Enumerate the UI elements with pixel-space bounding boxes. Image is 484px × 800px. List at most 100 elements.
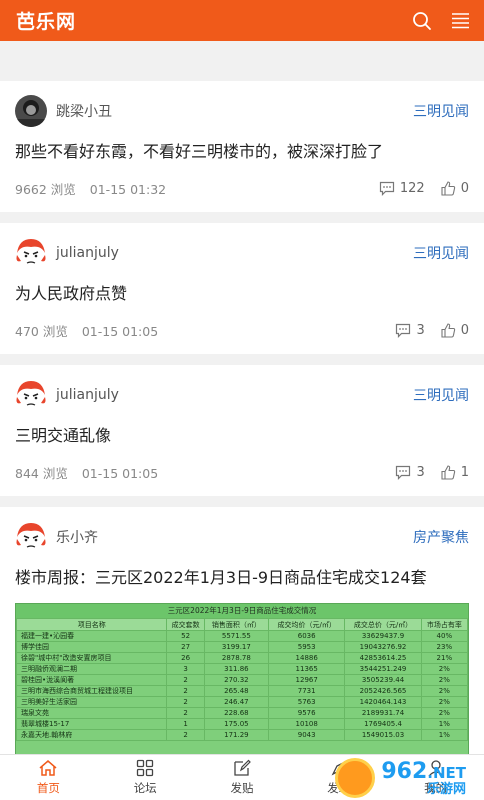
table-cell: 12967 <box>268 674 346 686</box>
post-meta: 9662 浏览 01-15 01:32 122 0 <box>15 163 469 213</box>
table-row: 瑞泉文苑 2 228.68 9576 2189931.74 2% <box>16 707 468 719</box>
table-header: 销售面积（㎡） <box>203 618 270 631</box>
table-cell: 2189931.74 <box>344 707 422 719</box>
post-card[interactable]: julianjuly 三明见闻 三明交通乱像 844 浏览 01-15 01:0… <box>0 365 484 496</box>
table-cell: 5953 <box>268 641 346 653</box>
table-cell: 27 <box>166 641 205 653</box>
table-cell: 1% <box>420 729 468 741</box>
table-cell: 2052426.565 <box>344 685 422 697</box>
table-row: 福建一建•沁园春 52 5571.55 6036 33629437.9 40% <box>16 630 468 642</box>
table-cell: 2 <box>166 729 205 741</box>
table-cell: 246.47 <box>203 696 270 708</box>
comment-button[interactable]: 122 <box>379 181 425 196</box>
table-row: 永嘉天地.翰林府 2 171.29 9043 1549015.03 1% <box>16 729 468 741</box>
post-title[interactable]: 楼市周报：三元区2022年1月3日-9日商品住宅成交124套 <box>15 567 469 589</box>
table-cell: 21% <box>420 652 468 664</box>
table-cell: 23% <box>420 641 468 653</box>
comment-icon <box>379 181 394 196</box>
post-title[interactable]: 那些不看好东霞，不看好三明楼市的，被深深打脸了 <box>15 141 469 163</box>
post-card[interactable]: julianjuly 三明见闻 为人民政府点赞 470 浏览 01-15 01:… <box>0 223 484 354</box>
table-cell: 2% <box>420 685 468 697</box>
table-cell: 2 <box>166 685 205 697</box>
post-card[interactable]: 跳梁小丑 三明见闻 那些不看好东霞，不看好三明楼市的，被深深打脸了 9662 浏… <box>0 81 484 212</box>
table-cell: 265.48 <box>203 685 270 697</box>
comment-icon <box>396 465 411 480</box>
face-avatar[interactable] <box>15 379 47 411</box>
forum-tag[interactable]: 三明见闻 <box>413 243 469 263</box>
table-row: 博学佳园 27 3199.17 5953 19043276.92 23% <box>16 641 468 653</box>
like-button[interactable]: 0 <box>441 323 469 338</box>
author-name[interactable]: julianjuly <box>56 387 119 403</box>
author-name[interactable]: 乐小齐 <box>56 527 98 547</box>
author-name[interactable]: 跳梁小丑 <box>56 101 112 121</box>
table-cell: 171.29 <box>203 729 270 741</box>
table-cell: 19043276.92 <box>344 641 422 653</box>
post-author[interactable]: julianjuly <box>15 237 119 269</box>
post-author[interactable]: 乐小齐 <box>15 521 98 553</box>
table-row: 三明市海西综合商贸城工程建设项目 2 265.48 7731 2052426.565 2% <box>16 685 468 697</box>
table-cell: 翡翠城楼15-17 <box>16 718 168 730</box>
thumbs-up-icon <box>441 180 455 196</box>
table-header: 成交套数 <box>166 618 205 631</box>
tab-label: 论坛 <box>133 781 157 795</box>
table-header: 成交总价（元/㎡） <box>344 618 422 631</box>
tab-label: 首页 <box>36 781 60 795</box>
table-cell: 2% <box>420 707 468 719</box>
post-time: 01-15 01:32 <box>89 181 167 197</box>
search-icon[interactable] <box>412 11 432 31</box>
table-cell: 2% <box>420 663 468 675</box>
tab-post[interactable]: 发贴 <box>194 755 291 800</box>
table-cell: 42853614.25 <box>344 652 422 664</box>
table-row: 碧桂园•泷溪阆著 2 270.32 12967 3505239.44 2% <box>16 674 468 686</box>
view-count: 844 浏览 <box>15 465 68 481</box>
table-cell: 3199.17 <box>203 641 270 653</box>
post-feed: 跳梁小丑 三明见闻 那些不看好东霞，不看好三明楼市的，被深深打脸了 9662 浏… <box>0 81 484 800</box>
top-bar: 芭乐网 <box>0 0 484 41</box>
table-row: 徐碧"城中村"改造安置房项目 26 2878.78 14886 42853614.25 2… <box>16 652 468 664</box>
forum-tag[interactable]: 三明见闻 <box>413 385 469 405</box>
face-avatar[interactable] <box>15 237 47 269</box>
table-row: 三明美好生活家园 2 246.47 5763 1420464.143 2% <box>16 696 468 708</box>
comment-button[interactable]: 3 <box>395 322 425 338</box>
home-icon <box>39 760 57 776</box>
table-cell: 博学佳园 <box>16 641 168 653</box>
table-cell: 2% <box>420 674 468 686</box>
face-avatar[interactable] <box>15 521 47 553</box>
post-title[interactable]: 三明交通乱像 <box>15 425 469 447</box>
comment-button[interactable]: 3 <box>395 465 425 480</box>
like-button[interactable]: 0 <box>441 181 469 196</box>
table-cell: 1 <box>166 718 205 730</box>
post-author[interactable]: 跳梁小丑 <box>15 95 112 127</box>
table-cell: 26 <box>166 652 205 664</box>
table-cell: 9043 <box>268 729 346 741</box>
watermark-badge-icon <box>335 758 376 798</box>
table-cell: 5763 <box>268 696 346 708</box>
post-header: 乐小齐 房产聚焦 <box>15 507 469 567</box>
forum-tag[interactable]: 房产聚焦 <box>413 527 469 547</box>
post-author[interactable]: julianjuly <box>15 379 119 411</box>
like-count: 0 <box>460 180 469 196</box>
table-cell: 3544251.249 <box>344 663 422 675</box>
tab-forum[interactable]: 论坛 <box>97 755 194 800</box>
post-title[interactable]: 为人民政府点赞 <box>15 283 469 305</box>
author-name[interactable]: julianjuly <box>56 245 119 261</box>
view-count: 470 浏览 <box>15 323 68 339</box>
comment-count: 3 <box>416 322 425 338</box>
like-button[interactable]: 1 <box>441 465 469 480</box>
table-cell: 1769405.4 <box>344 718 422 730</box>
post-time: 01-15 01:05 <box>81 323 159 339</box>
thumbs-up-icon <box>441 322 455 338</box>
table-cell: 10108 <box>268 718 346 730</box>
table-cell: 2% <box>420 696 468 708</box>
site-logo[interactable]: 芭乐网 <box>16 7 76 34</box>
table-cell: 3 <box>166 663 205 675</box>
table-cell: 三明融侨观澜二期 <box>16 663 168 675</box>
table-cell: 11365 <box>268 663 346 675</box>
table-cell: 2 <box>166 674 205 686</box>
menu-icon[interactable] <box>450 12 470 30</box>
site-watermark: 962.NET 乐游网 <box>316 756 466 800</box>
tab-home[interactable]: 首页 <box>0 755 97 800</box>
forum-tag[interactable]: 三明见闻 <box>413 101 469 121</box>
table-cell: 2878.78 <box>203 652 270 664</box>
dark-avatar[interactable] <box>15 95 47 127</box>
